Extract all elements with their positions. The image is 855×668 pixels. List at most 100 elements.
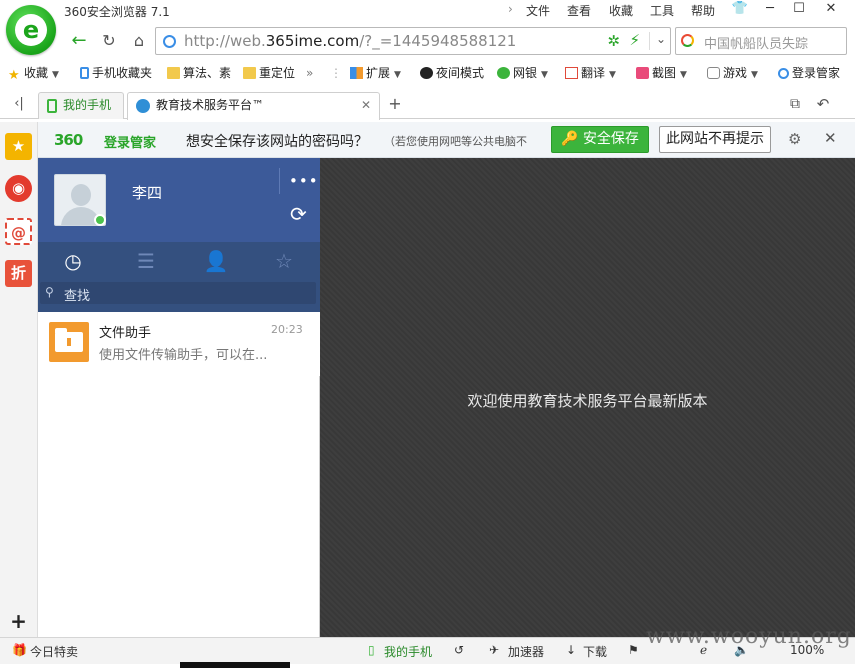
online-status-icon xyxy=(94,214,106,226)
today-deals-link[interactable]: 今日特卖 xyxy=(30,643,78,660)
tab-list-icon[interactable]: ⧉ xyxy=(784,93,806,115)
games-button[interactable]: 游戏 ▼ xyxy=(707,64,758,82)
night-mode-button[interactable]: 夜间模式 xyxy=(420,64,484,82)
download-button[interactable]: 下载 xyxy=(583,643,607,660)
close-window-icon[interactable]: ✕ xyxy=(818,0,844,18)
translate-button[interactable]: 翻译 ▼ xyxy=(565,64,616,82)
user-name: 李四 xyxy=(132,184,163,202)
site-icon xyxy=(163,35,176,48)
chat-area: 欢迎使用教育技术服务平台最新版本 xyxy=(320,158,855,637)
more-icon[interactable]: ••• xyxy=(289,172,319,190)
never-prompt-button[interactable]: 此网站不再提示 xyxy=(659,126,771,153)
save-button-label: 安全保存 xyxy=(582,131,639,147)
folder-icon xyxy=(167,67,180,79)
maximize-icon[interactable]: ☐ xyxy=(786,0,812,18)
menu-tools[interactable]: 工具 xyxy=(650,2,674,19)
search-area: ⚲ 查找 xyxy=(38,280,320,312)
bookmarks-bar: ★ 收藏 ▼ 手机收藏夹 算法、素 重定位 » ⋮ 扩展 ▼ 夜间模式 网银 ▼ 翻译 ▼… xyxy=(0,60,855,86)
back-icon[interactable]: ← xyxy=(68,30,90,52)
tab-edu-platform[interactable]: 教育技术服务平台™ ✕ xyxy=(127,92,380,120)
browser-sidebar: ★ ◉ @ 折 + xyxy=(0,122,38,637)
accelerator-button[interactable]: 加速器 xyxy=(508,643,544,660)
browser-logo-icon[interactable]: e xyxy=(6,5,56,55)
star-icon: ★ xyxy=(8,68,20,83)
sync-icon[interactable]: ⟳ xyxy=(290,202,307,226)
gear-icon[interactable]: ⚙ xyxy=(788,130,801,148)
taskbar-fragment xyxy=(180,662,290,668)
contacts-icon[interactable]: 👤 xyxy=(203,248,229,274)
email-icon[interactable]: @ xyxy=(5,218,32,245)
screenshot-button[interactable]: 截图 ▼ xyxy=(636,64,687,82)
bookmark-mobile[interactable]: 手机收藏夹 xyxy=(80,64,152,82)
chevron-down-icon[interactable]: ⌄ xyxy=(648,32,666,50)
refresh-icon[interactable]: ↻ xyxy=(98,30,120,52)
divider xyxy=(279,168,280,194)
recent-clock-icon[interactable]: ◷ xyxy=(60,248,86,274)
close-icon[interactable]: ✕ xyxy=(824,129,837,147)
logo-360: 360 xyxy=(54,131,83,149)
menu-help[interactable]: 帮助 xyxy=(691,2,715,19)
address-url[interactable]: http://web.365ime.com/?_=1445948588121 xyxy=(184,32,516,50)
search-engine-icon[interactable] xyxy=(681,34,694,47)
tab-label: 教育技术服务平台™ xyxy=(156,98,265,112)
menu-view[interactable]: 查看 xyxy=(567,2,591,19)
sidebar-toggle-icon[interactable]: ‹| xyxy=(8,93,30,115)
search-box[interactable]: 中国帆船队员失踪 xyxy=(675,27,847,55)
history-icon[interactable]: ↺ xyxy=(454,643,464,657)
bank-icon xyxy=(497,67,510,79)
home-icon[interactable]: ⌂ xyxy=(128,30,150,52)
address-bar[interactable]: http://web.365ime.com/?_=1445948588121 ✲… xyxy=(155,27,671,55)
left-panel: 李四 ••• ⟳ ◷ ☰ 👤 ☆ ⚲ 查找 文件助手 20:23 使用文件传输助… xyxy=(38,158,320,637)
skin-icon[interactable]: 👕 xyxy=(727,0,753,18)
folder-icon xyxy=(243,67,256,79)
minimize-icon[interactable]: ─ xyxy=(757,0,783,18)
favorites-star-icon[interactable]: ★ xyxy=(5,133,32,160)
contact-search[interactable]: ⚲ 查找 xyxy=(40,282,316,304)
chevron-right-icon[interactable]: › xyxy=(508,2,513,16)
bookmark-folder-algorithms[interactable]: 算法、素 xyxy=(167,64,231,82)
new-tab-icon[interactable]: + xyxy=(384,93,406,115)
flag-icon[interactable]: ⚑ xyxy=(628,643,639,657)
gamepad-icon xyxy=(707,67,720,79)
speed-mode-icon[interactable]: ⚡ xyxy=(629,31,640,49)
list-icon[interactable]: ☰ xyxy=(133,248,159,274)
favorites-icon[interactable]: ☆ xyxy=(271,248,297,274)
menu-favorites[interactable]: 收藏 xyxy=(609,2,633,19)
list-item[interactable]: 文件助手 20:23 使用文件传输助手，可以在... xyxy=(38,312,320,376)
watermark: www.wooyun.org xyxy=(646,624,852,649)
discount-icon[interactable]: 折 xyxy=(5,260,32,287)
toolbar-separator-icon: ⋮ xyxy=(330,66,342,80)
close-tab-icon[interactable]: ✕ xyxy=(361,93,371,118)
login-manager-button[interactable]: 登录管家 xyxy=(778,64,840,82)
web-app: 李四 ••• ⟳ ◷ ☰ 👤 ☆ ⚲ 查找 文件助手 20:23 使用文件传输助… xyxy=(38,158,855,637)
add-sidebar-icon[interactable]: + xyxy=(5,608,32,635)
search-input[interactable]: 中国帆船队员失踪 xyxy=(704,33,808,52)
download-icon: ↓ xyxy=(566,643,577,657)
grid-icon xyxy=(350,67,363,79)
moon-icon xyxy=(420,67,433,79)
save-password-question: 想安全保存该网站的密码吗？ xyxy=(186,134,368,150)
safe-save-button[interactable]: 🔑 安全保存 xyxy=(551,126,649,153)
address-toolbar: ← ↻ ⌂ http://web.365ime.com/?_=144594858… xyxy=(0,24,855,58)
panel-tabs: ◷ ☰ 👤 ☆ xyxy=(38,242,320,280)
profile-header: 李四 ••• ⟳ xyxy=(38,158,320,242)
menu-file[interactable]: 文件 xyxy=(526,2,550,19)
my-phone-link[interactable]: 我的手机 xyxy=(384,643,432,660)
more-bookmarks-icon[interactable]: » xyxy=(306,64,313,82)
undo-close-icon[interactable]: ↶ xyxy=(812,93,834,115)
title-bar: e 360安全浏览器 7.1 › 文件 查看 收藏 工具 帮助 👕 ─ ☐ ✕ xyxy=(0,0,855,55)
security-check-icon[interactable]: ✲ xyxy=(607,32,620,50)
bookmark-folder-relocate[interactable]: 重定位 xyxy=(243,64,295,82)
bookmark-favorites[interactable]: ★ 收藏 ▼ xyxy=(8,64,59,82)
extensions-button[interactable]: 扩展 ▼ xyxy=(350,64,401,82)
online-banking-button[interactable]: 网银 ▼ xyxy=(497,64,548,82)
scissors-icon xyxy=(636,67,649,79)
gift-icon: 🎁 xyxy=(12,643,27,657)
tab-my-phone[interactable]: 我的手机 xyxy=(38,92,124,119)
search-input[interactable]: 查找 xyxy=(64,285,90,304)
phone-icon xyxy=(80,67,89,79)
conversation-name: 文件助手 xyxy=(99,326,152,341)
key-icon: 🔑 xyxy=(561,131,579,147)
weibo-icon[interactable]: ◉ xyxy=(5,175,32,202)
folder-icon xyxy=(49,322,89,362)
